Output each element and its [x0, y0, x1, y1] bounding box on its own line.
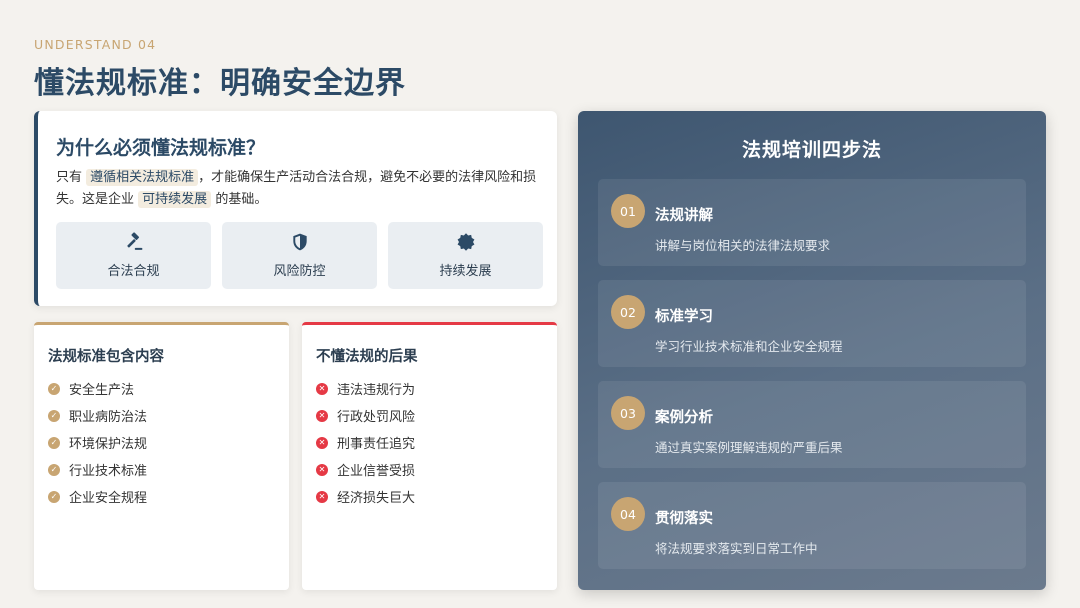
- chip-sustainable: 持续发展: [388, 222, 543, 289]
- why-card: 为什么必须懂法规标准？ 只有 遵循相关法规标准 ，才能确保生产活动合法合规，避免不…: [34, 111, 557, 306]
- cross-icon: ✕: [316, 490, 328, 503]
- list-item: ✕ 刑事责任追究: [316, 429, 415, 456]
- step-4: 04 贯彻落实 将法规要求落实到日常工作中: [598, 482, 1026, 569]
- step-desc: 通过真实案例理解违规的严重后果: [655, 440, 843, 455]
- step-number: 04: [611, 497, 645, 531]
- steps-title: 法规培训四步法: [741, 139, 882, 161]
- list-item-label: 刑事责任追究: [337, 437, 416, 452]
- list-item-label: 职业病防治法: [69, 410, 148, 425]
- chip-label: 持续发展: [439, 264, 492, 279]
- list-item-label: 行政处罚风险: [337, 410, 416, 425]
- list-item: ✕ 经济损失巨大: [316, 483, 415, 510]
- chip-label: 风险防控: [273, 264, 326, 279]
- list-item-label: 经济损失巨大: [337, 491, 416, 506]
- check-icon: ✓: [48, 382, 60, 395]
- eyebrow: UNDERSTAND 04: [34, 37, 157, 52]
- step-3: 03 案例分析 通过真实案例理解违规的严重后果: [598, 381, 1026, 468]
- cross-icon: ✕: [316, 409, 328, 422]
- benefit-chips: 合法合规 风险防控 持续发展: [56, 222, 543, 289]
- step-title: 法规讲解: [655, 208, 713, 224]
- step-number: 01: [611, 194, 645, 228]
- list-item: ✕ 企业信誉受损: [316, 456, 415, 483]
- gavel-icon: [126, 232, 142, 250]
- step-number: 02: [611, 295, 645, 329]
- step-1: 01 法规讲解 讲解与岗位相关的法律法规要求: [598, 179, 1026, 266]
- check-icon: ✓: [48, 490, 60, 503]
- list-item: ✓ 环境保护法规: [48, 429, 147, 456]
- step-desc: 讲解与岗位相关的法律法规要求: [655, 238, 831, 253]
- list-item-label: 企业安全规程: [69, 491, 148, 506]
- list-item: ✓ 企业安全规程: [48, 483, 147, 510]
- why-text: 只有 遵循相关法规标准 ，才能确保生产活动合法合规，避免不必要的法律风险和损失。这…: [56, 167, 541, 211]
- list-item: ✓ 职业病防治法: [48, 402, 147, 429]
- shield-icon: [292, 233, 307, 251]
- consequence-list: ✕ 违法违规行为 ✕ 行政处罚风险 ✕ 刑事责任追究 ✕ 企业信誉受损 ✕ 经济损失巨大: [316, 375, 415, 510]
- highlight-compliance: 遵循相关法规标准: [86, 169, 199, 186]
- consequence-card: 不懂法规的后果 ✕ 违法违规行为 ✕ 行政处罚风险 ✕ 刑事责任追究 ✕ 企业信誉受损 …: [302, 322, 557, 590]
- step-title: 案例分析: [655, 410, 713, 426]
- consequence-card-title: 不懂法规的后果: [316, 349, 418, 365]
- why-title: 为什么必须懂法规标准？: [56, 137, 266, 159]
- check-icon: ✓: [48, 463, 60, 476]
- list-item: ✓ 行业技术标准: [48, 456, 147, 483]
- list-item-label: 环境保护法规: [69, 437, 148, 452]
- content-list: ✓ 安全生产法 ✓ 职业病防治法 ✓ 环境保护法规 ✓ 行业技术标准 ✓ 企业安全规程: [48, 375, 147, 510]
- content-card: 法规标准包含内容 ✓ 安全生产法 ✓ 职业病防治法 ✓ 环境保护法规 ✓ 行业技术标准 …: [34, 322, 289, 590]
- badge-icon: [457, 233, 474, 251]
- page-title: 懂法规标准：明确安全边界: [34, 66, 406, 101]
- list-item-label: 违法违规行为: [337, 383, 416, 398]
- step-title: 标准学习: [655, 309, 713, 325]
- step-number: 03: [611, 396, 645, 430]
- step-2: 02 标准学习 学习行业技术标准和企业安全规程: [598, 280, 1026, 367]
- highlight-sustainable: 可持续发展: [138, 191, 212, 208]
- list-item-label: 企业信誉受损: [337, 464, 416, 479]
- check-icon: ✓: [48, 409, 60, 422]
- chip-compliance: 合法合规: [56, 222, 211, 289]
- list-item: ✕ 行政处罚风险: [316, 402, 415, 429]
- chip-risk-control: 风险防控: [222, 222, 377, 289]
- step-title: 贯彻落实: [655, 511, 713, 527]
- step-desc: 将法规要求落实到日常工作中: [655, 541, 818, 556]
- cross-icon: ✕: [316, 436, 328, 449]
- list-item: ✓ 安全生产法: [48, 375, 147, 402]
- chip-label: 合法合规: [107, 264, 160, 279]
- step-desc: 学习行业技术标准和企业安全规程: [655, 339, 843, 354]
- why-text-part: 的基础。: [215, 192, 268, 207]
- list-item: ✕ 违法违规行为: [316, 375, 415, 402]
- list-item-label: 安全生产法: [69, 383, 135, 398]
- cross-icon: ✕: [316, 463, 328, 476]
- cross-icon: ✕: [316, 382, 328, 395]
- check-icon: ✓: [48, 436, 60, 449]
- list-item-label: 行业技术标准: [69, 464, 148, 479]
- steps-panel: 法规培训四步法 01 法规讲解 讲解与岗位相关的法律法规要求 02 标准学习 学…: [578, 111, 1046, 590]
- content-card-title: 法规标准包含内容: [48, 349, 164, 365]
- why-text-part: 只有: [56, 170, 83, 185]
